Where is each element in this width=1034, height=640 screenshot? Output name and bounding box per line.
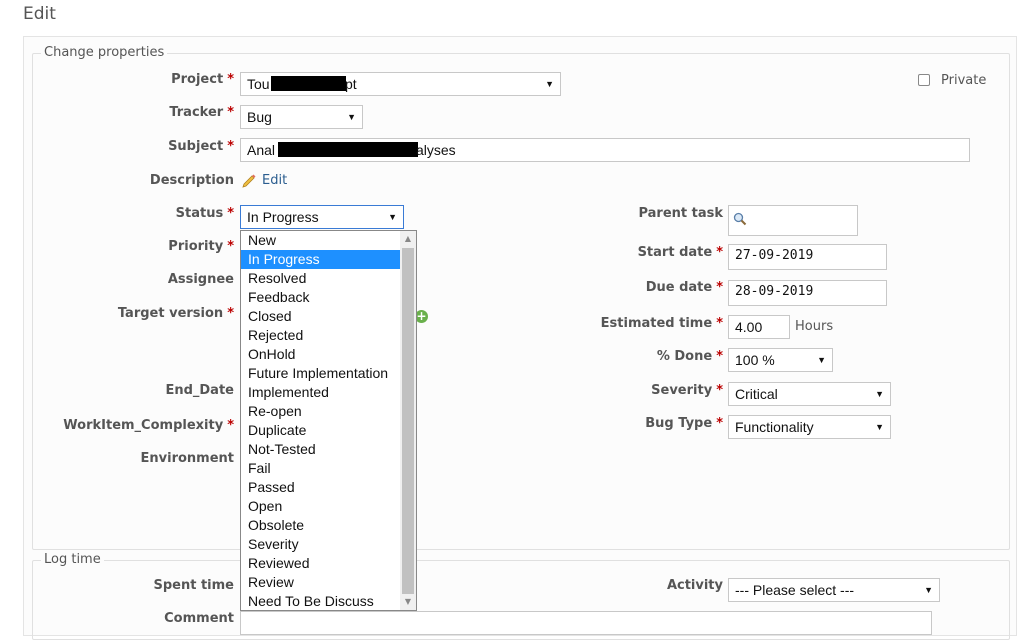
bug-type-select[interactable]: Functionality ▼ [728,415,891,439]
change-properties-legend: Change properties [41,45,168,60]
status-option[interactable]: Future Implementation [241,364,401,383]
done-label: % Done * [656,349,723,364]
chevron-down-icon: ▼ [545,79,554,89]
status-option[interactable]: Closed [241,307,401,326]
description-label: Description [149,173,234,188]
spent-time-label: Spent time [153,578,234,593]
status-option[interactable]: Need To Be Discuss [241,592,401,610]
due-date-label: Due date * [645,280,723,295]
severity-select[interactable]: Critical ▼ [728,382,891,406]
status-option[interactable]: Severity [241,535,401,554]
scroll-up-icon[interactable]: ▲ [400,231,416,247]
description-edit-link[interactable]: Edit [262,173,287,188]
chevron-down-icon: ▼ [875,389,884,399]
chevron-down-icon: ▼ [875,422,884,432]
status-option[interactable]: Open [241,497,401,516]
status-option[interactable]: Passed [241,478,401,497]
subject-label: Subject * [168,139,234,154]
search-icon [733,212,747,226]
private-checkbox[interactable] [918,74,930,86]
status-option[interactable]: Re-open [241,402,401,421]
redaction-bar [278,142,418,157]
severity-label: Severity * [651,383,723,398]
chevron-down-icon: ▼ [347,112,356,122]
activity-select[interactable]: --- Please select --- ▼ [728,578,940,602]
status-option[interactable]: Reviewed [241,554,401,573]
chevron-down-icon: ▼ [388,212,397,222]
due-date-input[interactable]: 28-09-2019 [728,280,887,306]
status-option[interactable]: Obsolete [241,516,401,535]
tracker-label: Tracker * [169,105,234,120]
private-label: Private [941,73,987,88]
parent-task-label: Parent task [638,206,723,221]
status-option[interactable]: Fail [241,459,401,478]
pencil-icon [242,174,256,188]
status-option[interactable]: New [241,231,401,250]
workitem-complexity-label: WorkItem_Complexity * [63,418,234,433]
status-option[interactable]: Resolved [241,269,401,288]
page-title: Edit [23,4,56,24]
comment-input[interactable] [240,611,932,635]
status-option[interactable]: OnHold [241,345,401,364]
estimated-time-input[interactable]: 4.00 [728,315,790,339]
end-date-label: End_Date [165,383,234,398]
done-select[interactable]: 100 % ▼ [728,348,833,372]
status-options: New In Progress Resolved Feedback Closed Reje… [241,231,401,610]
comment-label: Comment [164,611,234,626]
hours-unit-label: Hours [795,319,834,334]
scroll-thumb[interactable] [402,248,414,594]
status-option[interactable]: Feedback [241,288,401,307]
project-select[interactable]: Tou pt ▼ [240,72,561,96]
status-option[interactable]: In Progress [241,250,401,269]
status-label: Status * [175,206,234,221]
start-date-label: Start date * [637,245,723,260]
chevron-down-icon: ▼ [817,355,826,365]
activity-label: Activity [666,578,723,593]
project-label: Project * [171,72,234,87]
redaction-bar [271,76,346,91]
tracker-select[interactable]: Bug ▼ [240,105,363,129]
assignee-label: Assignee [167,272,234,287]
status-option[interactable]: Duplicate [241,421,401,440]
status-option[interactable]: Review [241,573,401,592]
dropdown-scrollbar[interactable]: ▲ ▼ [400,231,416,610]
status-option[interactable]: Not-Tested [241,440,401,459]
bug-type-label: Bug Type * [645,416,723,431]
priority-label: Priority * [168,239,234,254]
scroll-down-icon[interactable]: ▼ [400,594,416,610]
subject-input[interactable]: Anal alyses [240,138,970,162]
parent-task-input[interactable] [728,205,858,236]
target-version-label: Target version * [117,306,234,321]
status-option[interactable]: Rejected [241,326,401,345]
start-date-input[interactable]: 27-09-2019 [728,244,887,270]
status-option[interactable]: Implemented [241,383,401,402]
chevron-down-icon: ▼ [924,585,933,595]
status-dropdown-list[interactable]: New In Progress Resolved Feedback Closed Reje… [240,230,417,611]
log-time-legend: Log time [41,552,104,567]
status-select[interactable]: In Progress ▼ [240,205,404,229]
environment-label: Environment [140,451,235,466]
estimated-time-label: Estimated time * [600,316,723,331]
